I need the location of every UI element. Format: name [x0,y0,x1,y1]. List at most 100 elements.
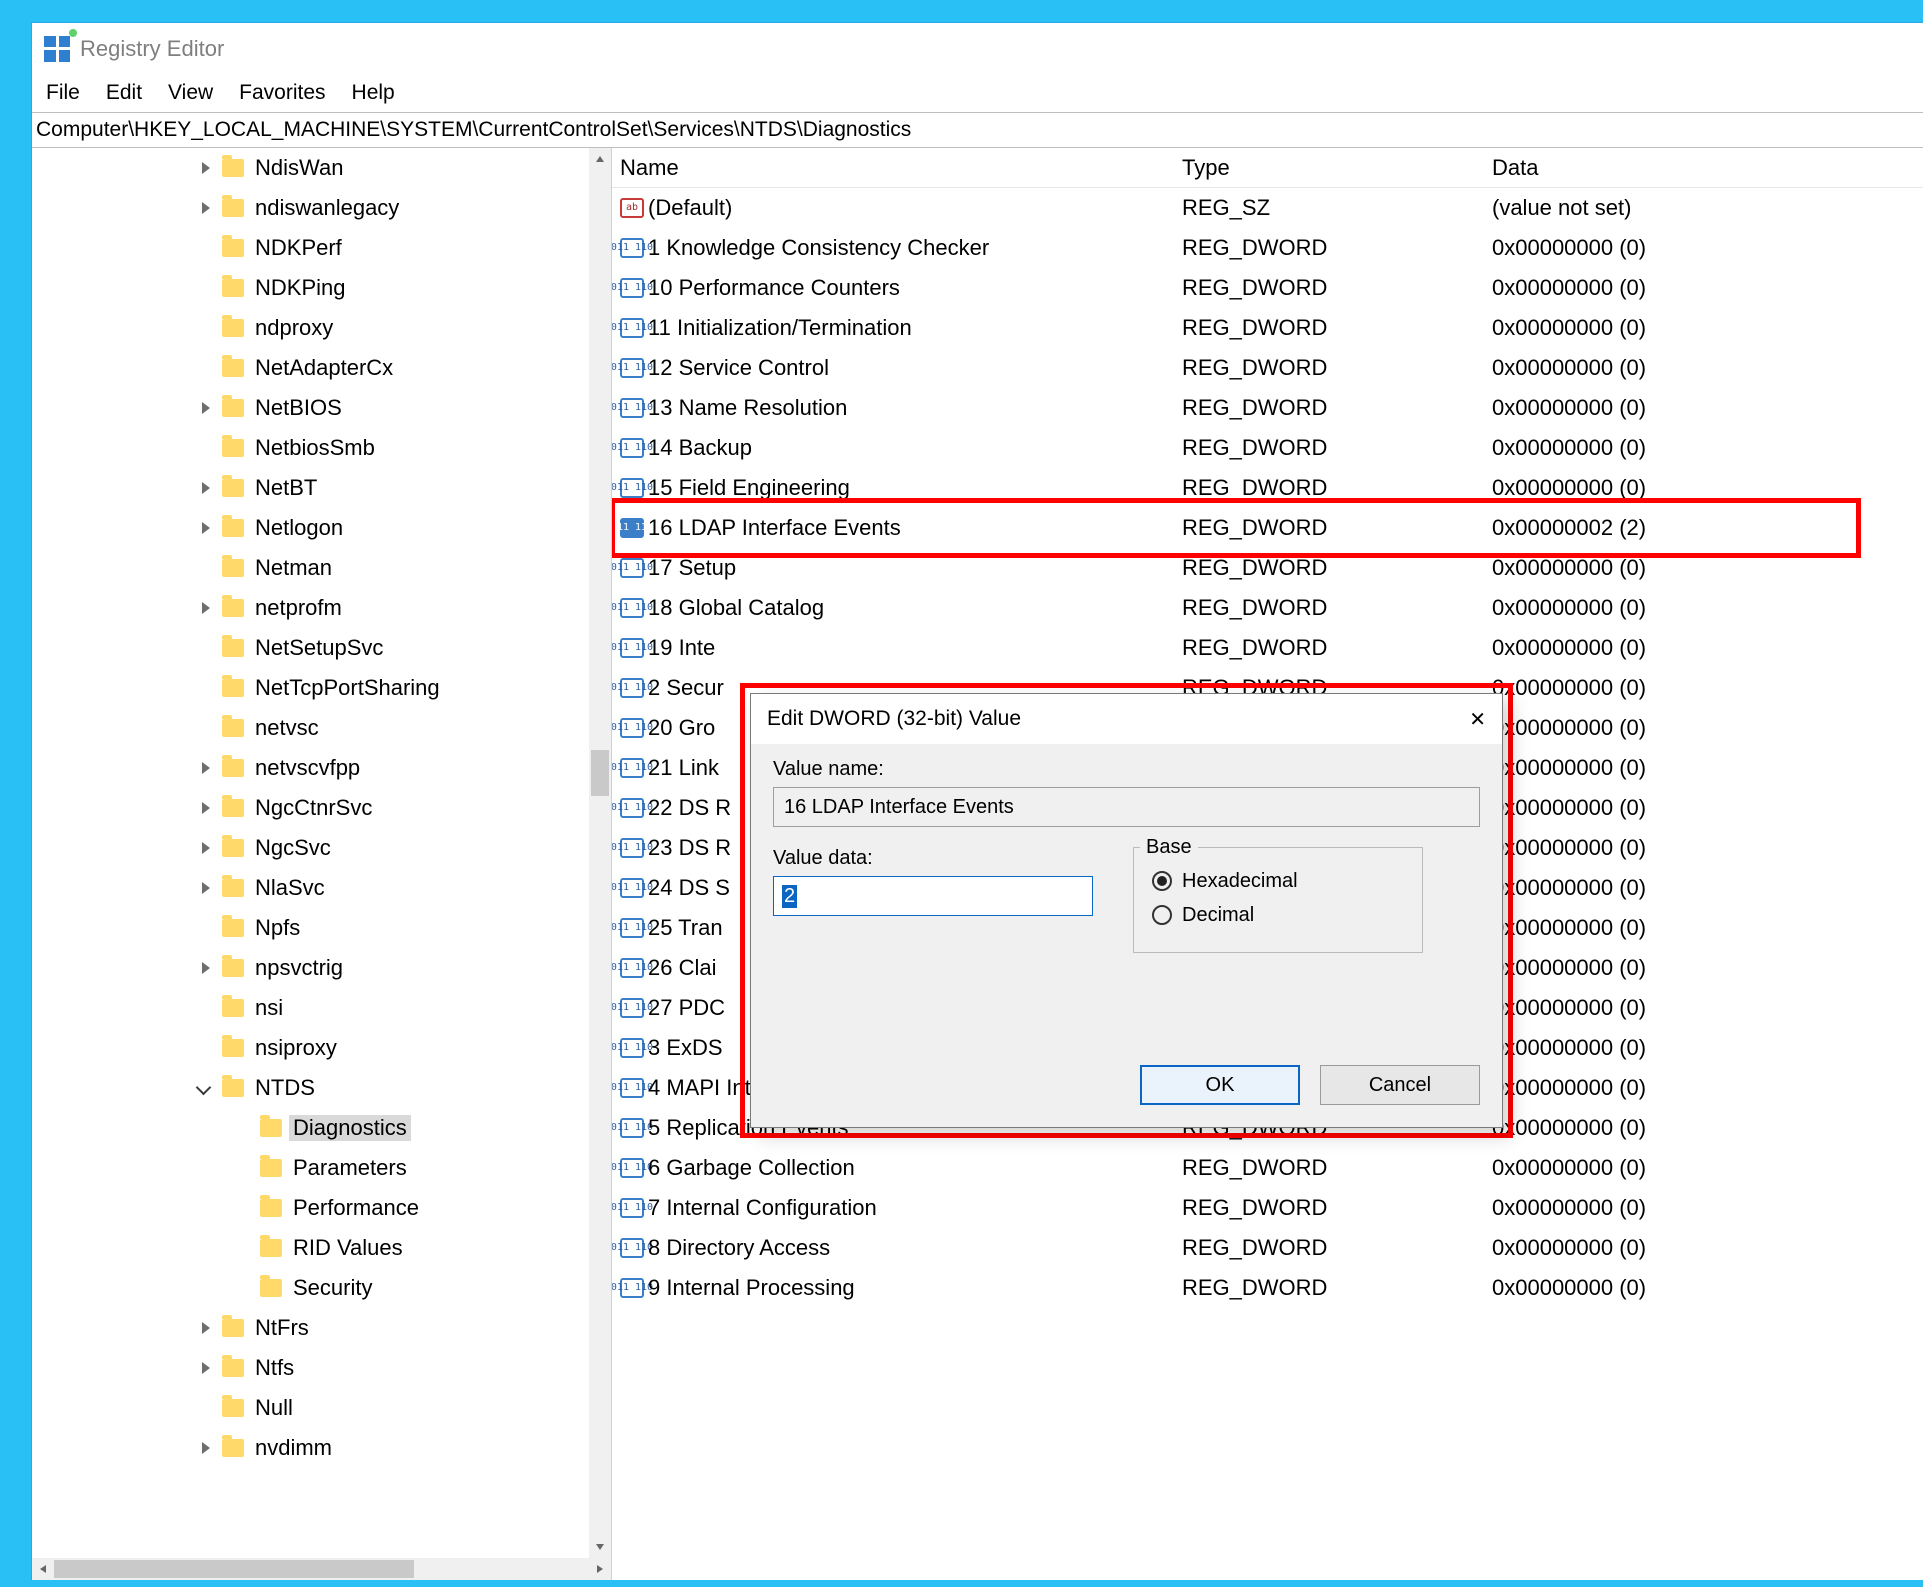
titlebar[interactable]: Registry Editor [32,23,1923,74]
scroll-down-button[interactable] [589,1536,611,1558]
value-type: REG_DWORD [1182,315,1492,341]
chevron-right-icon[interactable] [198,399,216,417]
tree-item[interactable]: NDKPerf [32,228,589,268]
list-item[interactable]: 011 1107 Internal ConfigurationREG_DWORD… [612,1188,1923,1228]
menu-file[interactable]: File [46,81,80,105]
tree-item[interactable]: NetTcpPortSharing [32,668,589,708]
tree-item[interactable]: Netman [32,548,589,588]
list-item[interactable]: 011 11019 InteREG_DWORD0x00000000 (0) [612,628,1923,668]
tree-item[interactable]: netvsc [32,708,589,748]
tree-item[interactable]: NlaSvc [32,868,589,908]
list-item[interactable]: 011 1101 Knowledge Consistency CheckerRE… [612,228,1923,268]
menu-favorites[interactable]: Favorites [239,81,325,105]
cancel-button[interactable]: Cancel [1320,1065,1480,1105]
list-item[interactable]: 011 11013 Name ResolutionREG_DWORD0x0000… [612,388,1923,428]
tree-vertical-scrollbar[interactable] [589,148,611,1558]
list-item[interactable]: ab(Default)REG_SZ(value not set) [612,188,1923,228]
list-item[interactable]: 011 1108 Directory AccessREG_DWORD0x0000… [612,1228,1923,1268]
tree-item[interactable]: Netlogon [32,508,589,548]
scroll-right-button[interactable] [589,1558,611,1580]
address-bar[interactable]: Computer\HKEY_LOCAL_MACHINE\SYSTEM\Curre… [32,112,1923,148]
tree-item-label: NetAdapterCx [251,355,397,381]
tree-item[interactable]: Security [32,1268,589,1308]
list-header[interactable]: Name Type Data [612,148,1923,188]
tree-item-label: NdisWan [251,155,347,181]
tree-item[interactable]: NdisWan [32,148,589,188]
tree-item-label: NgcSvc [251,835,335,861]
chevron-right-icon[interactable] [198,599,216,617]
chevron-right-icon[interactable] [198,199,216,217]
close-icon[interactable]: ✕ [1469,707,1486,732]
menu-help[interactable]: Help [352,81,395,105]
chevron-right-icon[interactable] [198,759,216,777]
folder-icon [222,1359,244,1377]
chevron-right-icon[interactable] [198,839,216,857]
tree-item[interactable]: NetbiosSmb [32,428,589,468]
tree-item[interactable]: Diagnostics [32,1108,589,1148]
tree-item[interactable]: NetBT [32,468,589,508]
tree-item[interactable]: NetAdapterCx [32,348,589,388]
scroll-left-button[interactable] [32,1558,54,1580]
ok-button[interactable]: OK [1140,1065,1300,1105]
column-data[interactable]: Data [1492,155,1923,181]
chevron-right-icon[interactable] [198,959,216,977]
radio-dec[interactable]: Decimal [1152,898,1404,932]
tree-item[interactable]: netvscvfpp [32,748,589,788]
list-item[interactable]: 011 11011 Initialization/TerminationREG_… [612,308,1923,348]
tree-item[interactable]: ndiswanlegacy [32,188,589,228]
menu-view[interactable]: View [168,81,213,105]
scroll-thumb[interactable] [591,750,609,796]
tree-item[interactable]: netprofm [32,588,589,628]
chevron-right-icon[interactable] [198,1319,216,1337]
tree-item[interactable]: NetBIOS [32,388,589,428]
chevron-right-icon[interactable] [198,799,216,817]
tree-item[interactable]: nsi [32,988,589,1028]
list-item[interactable]: 011 11014 BackupREG_DWORD0x00000000 (0) [612,428,1923,468]
tree-item[interactable]: Ntfs [32,1348,589,1388]
tree-item-label: NetbiosSmb [251,435,379,461]
tree-item[interactable]: Performance [32,1188,589,1228]
tree-item[interactable]: NetSetupSvc [32,628,589,668]
chevron-right-icon[interactable] [198,879,216,897]
tree-item[interactable]: Null [32,1388,589,1428]
menu-edit[interactable]: Edit [106,81,142,105]
tree-item[interactable]: nvdimm [32,1428,589,1468]
list-item[interactable]: 011 11016 LDAP Interface EventsREG_DWORD… [612,508,1923,548]
chevron-down-icon[interactable] [198,1079,216,1097]
list-item[interactable]: 011 1109 Internal ProcessingREG_DWORD0x0… [612,1268,1923,1308]
tree-item[interactable]: Parameters [32,1148,589,1188]
tree-item[interactable]: RID Values [32,1228,589,1268]
chevron-right-icon[interactable] [198,479,216,497]
radio-hex[interactable]: Hexadecimal [1152,864,1404,898]
tree-item[interactable]: npsvctrig [32,948,589,988]
dialog-titlebar[interactable]: Edit DWORD (32-bit) Value ✕ [751,694,1502,744]
folder-icon [222,279,244,297]
tree-item[interactable]: NDKPing [32,268,589,308]
tree-horizontal-scrollbar[interactable] [32,1558,611,1580]
chevron-right-icon[interactable] [198,159,216,177]
tree-item[interactable]: Npfs [32,908,589,948]
chevron-right-icon[interactable] [198,519,216,537]
list-item[interactable]: 011 11010 Performance CountersREG_DWORD0… [612,268,1923,308]
column-type[interactable]: Type [1182,155,1492,181]
list-item[interactable]: 011 11017 SetupREG_DWORD0x00000000 (0) [612,548,1923,588]
chevron-right-icon[interactable] [198,1359,216,1377]
tree-item[interactable]: NgcCtnrSvc [32,788,589,828]
value-data-field[interactable]: 2 [773,876,1093,916]
dword-value-icon: 011 110 [620,638,644,658]
tree-item[interactable]: NtFrs [32,1308,589,1348]
tree-item[interactable]: nsiproxy [32,1028,589,1068]
list-item[interactable]: 011 11018 Global CatalogREG_DWORD0x00000… [612,588,1923,628]
chevron-right-icon[interactable] [198,1439,216,1457]
scroll-thumb-h[interactable] [54,1560,414,1578]
tree-item[interactable]: NTDS [32,1068,589,1108]
column-name[interactable]: Name [612,155,1182,181]
list-item[interactable]: 011 11012 Service ControlREG_DWORD0x0000… [612,348,1923,388]
key-tree[interactable]: NdisWan ndiswanlegacyNDKPerfNDKPingndprox… [32,148,611,1558]
scroll-up-button[interactable] [589,148,611,170]
tree-item[interactable]: ndproxy [32,308,589,348]
list-item[interactable]: 011 11015 Field EngineeringREG_DWORD0x00… [612,468,1923,508]
tree-item[interactable]: NgcSvc [32,828,589,868]
list-item[interactable]: 011 1106 Garbage CollectionREG_DWORD0x00… [612,1148,1923,1188]
value-data: 0x00000000 (0) [1492,995,1923,1021]
